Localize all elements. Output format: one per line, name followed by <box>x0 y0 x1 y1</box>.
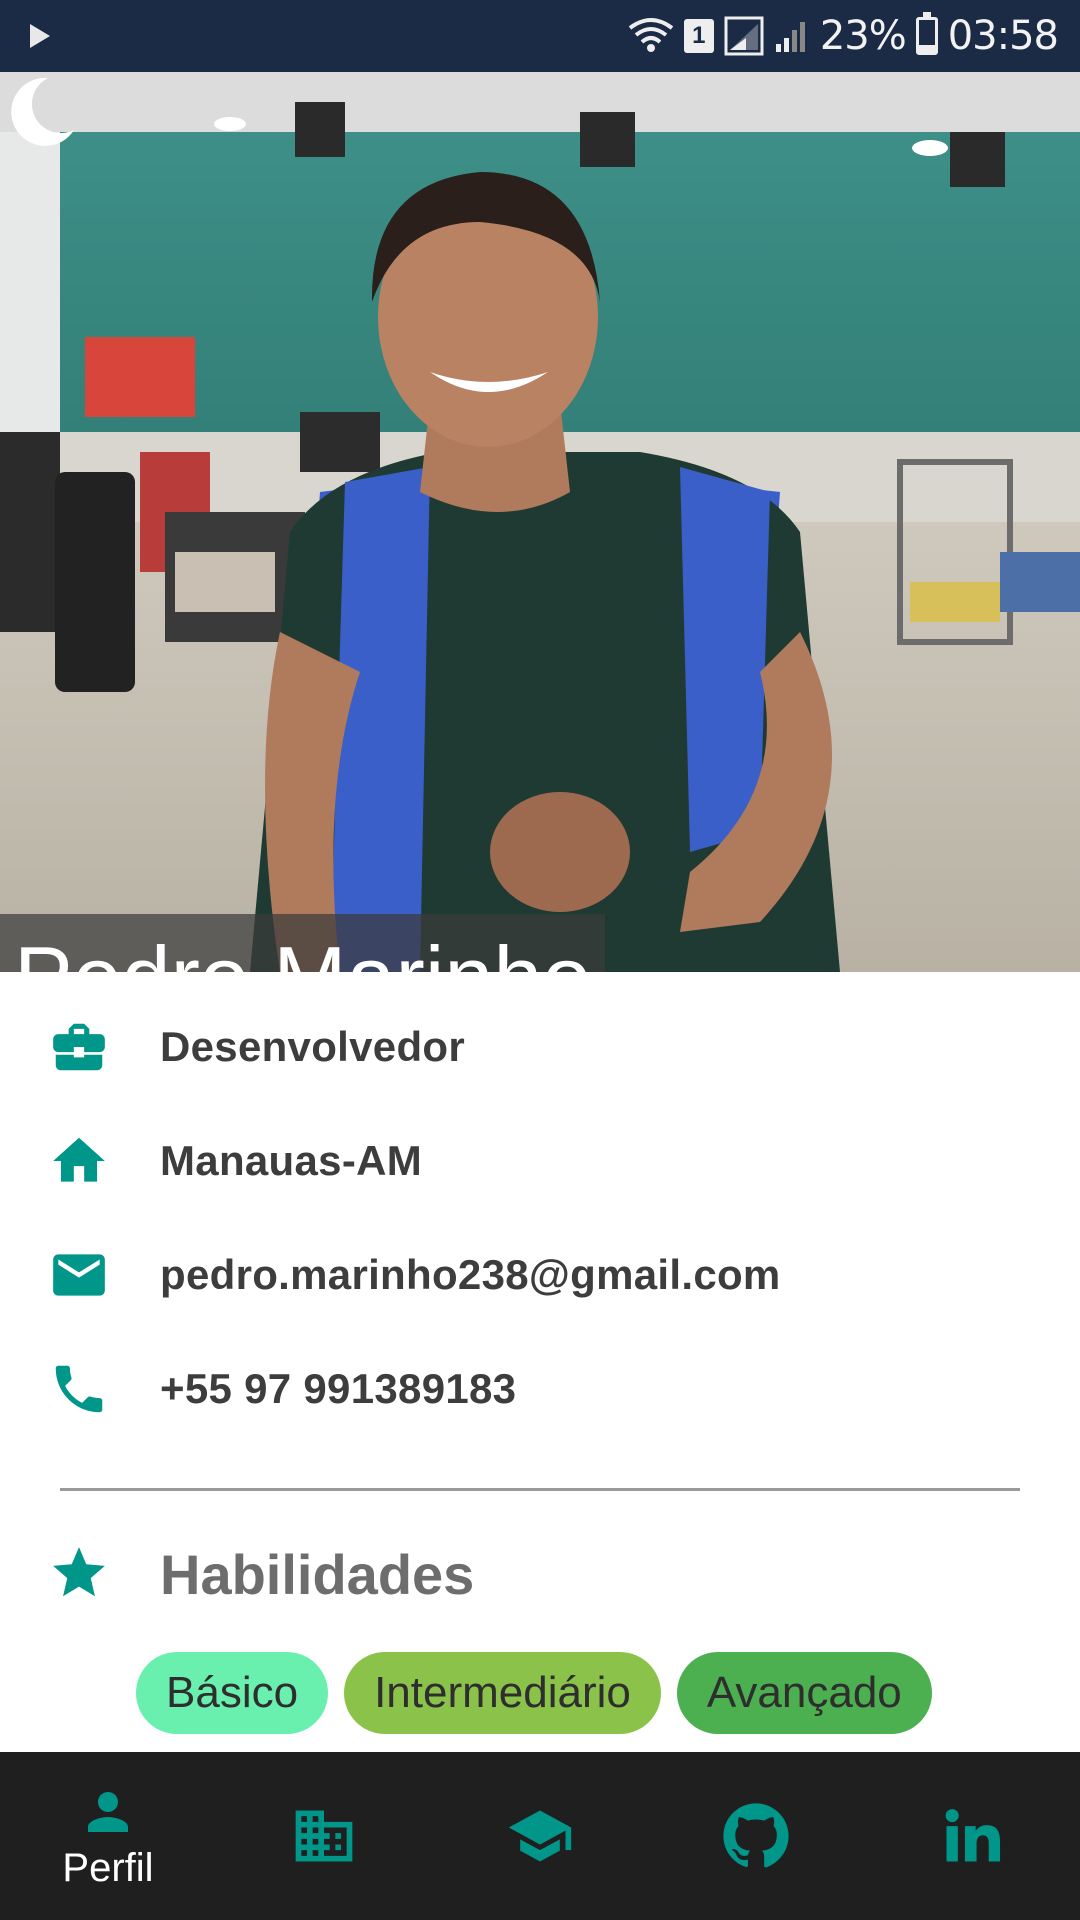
skills-title: Habilidades <box>160 1543 475 1606</box>
media-play-icon <box>30 24 50 48</box>
clock: 03:58 <box>947 13 1059 59</box>
chip-basic[interactable]: Básico <box>136 1652 329 1734</box>
nav-tab-experience[interactable] <box>216 1752 432 1920</box>
bottom-navigation: Perfil <box>0 1752 1080 1920</box>
nav-tab-education[interactable] <box>432 1752 648 1920</box>
briefcase-icon <box>53 1023 105 1071</box>
info-row-phone[interactable]: +55 97 991389183 <box>0 1332 1080 1446</box>
email[interactable]: pedro.marinho238@gmail.com <box>160 1251 781 1299</box>
dark-mode-moon-icon[interactable] <box>0 72 80 152</box>
home-icon <box>53 1137 105 1182</box>
info-row-email[interactable]: pedro.marinho238@gmail.com <box>0 1218 1080 1332</box>
skills-header: Habilidades <box>0 1520 1080 1620</box>
info-row-location: Manauas-AM <box>0 1104 1080 1218</box>
star-icon <box>53 1547 105 1597</box>
sim-slot-icon: 1 <box>683 19 714 53</box>
nav-tab-github[interactable] <box>648 1752 864 1920</box>
job-title: Desenvolvedor <box>160 1023 466 1070</box>
signal-secondary-icon <box>775 22 805 52</box>
graduation-cap-icon <box>508 1810 572 1862</box>
info-row-job: Desenvolvedor <box>0 990 1080 1104</box>
battery-icon <box>915 12 938 55</box>
linkedin-icon <box>945 1809 1001 1862</box>
nav-tab-linkedin[interactable] <box>864 1752 1080 1920</box>
nav-label-profile: Perfil <box>62 1845 154 1890</box>
signal-icon <box>724 16 764 56</box>
location: Manauas-AM <box>160 1137 423 1184</box>
chip-intermediate[interactable]: Intermediário <box>344 1652 661 1734</box>
profile-info-list: Desenvolvedor Manauas-AM pedro.marinho23… <box>0 990 1080 1446</box>
skill-level-legend: Básico Intermediário Avançado <box>136 1652 932 1734</box>
profile-name-banner: Pedro Marinho <box>0 914 606 973</box>
wifi-icon <box>628 18 674 52</box>
person-icon <box>88 1791 128 1832</box>
profile-name: Pedro Marinho <box>14 934 591 973</box>
building-icon <box>295 1810 353 1862</box>
phone-number[interactable]: +55 97 991389183 <box>160 1365 516 1413</box>
section-divider <box>60 1488 1020 1491</box>
status-icons: 1 23% 03:58 <box>628 12 1059 60</box>
phone-icon <box>55 1365 103 1413</box>
nav-tab-profile[interactable]: Perfil <box>0 1752 216 1920</box>
github-icon <box>723 1803 789 1868</box>
email-icon <box>53 1254 105 1296</box>
chip-advanced[interactable]: Avançado <box>676 1652 932 1734</box>
status-bar: 1 23% 03:58 <box>0 0 1080 72</box>
profile-photo: Pedro Marinho <box>0 72 1080 972</box>
battery-percent: 23% <box>819 13 907 59</box>
